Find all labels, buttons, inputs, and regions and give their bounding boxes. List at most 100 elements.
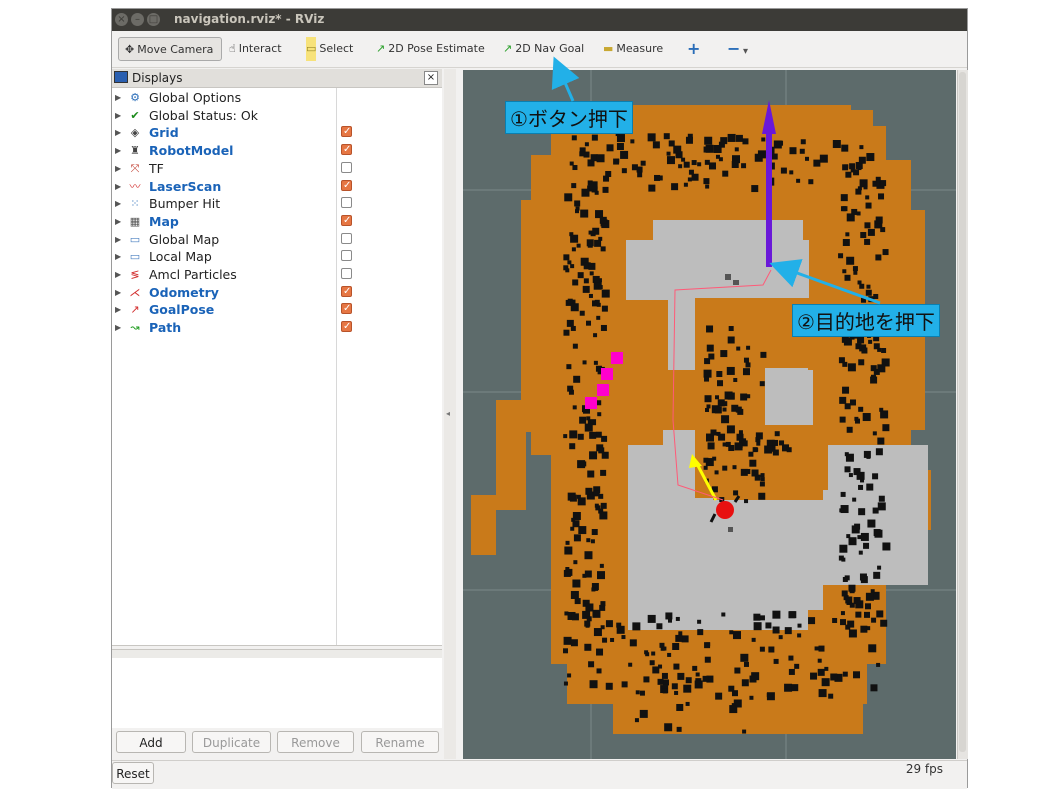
obstacle-cell <box>866 626 871 631</box>
enable-checkbox[interactable] <box>341 250 352 262</box>
close-icon[interactable]: × <box>424 71 438 85</box>
tool-2d-pose-estimate[interactable]: ↗ 2D Pose Estimate <box>376 37 485 61</box>
obstacle-cell <box>743 357 749 363</box>
obstacle-cell <box>630 139 635 144</box>
remove-display-button[interactable]: Remove <box>277 731 354 753</box>
obstacle-cell <box>621 168 627 174</box>
enable-checkbox[interactable] <box>341 141 352 158</box>
enable-checkbox[interactable] <box>341 197 352 209</box>
3d-view[interactable] <box>463 70 956 759</box>
tool-measure[interactable]: ▬ Measure <box>603 37 663 61</box>
enable-checkbox[interactable] <box>341 212 352 229</box>
display-row-global-status-ok[interactable]: ▶ ✔ Global Status: Ok <box>112 107 442 124</box>
obstacle-cell <box>726 366 735 375</box>
obstacle-cell <box>774 431 780 437</box>
obstacle-cell <box>590 539 595 544</box>
obstacle-cell <box>841 590 848 597</box>
tool-interact[interactable]: ☝ Interact <box>229 37 282 61</box>
duplicate-display-button[interactable]: Duplicate <box>192 731 271 753</box>
obstacle-cell <box>876 662 881 667</box>
display-row-path[interactable]: ▶ ↝ Path <box>112 318 442 336</box>
display-row-odometry[interactable]: ▶ ⋌ Odometry <box>112 283 442 301</box>
obstacle-cell <box>842 361 848 367</box>
obstacle-cell <box>728 685 735 692</box>
obstacle-cell <box>846 426 853 433</box>
add-display-button[interactable]: Add <box>116 731 186 753</box>
obstacle-cell <box>579 416 587 424</box>
obstacle-cell <box>577 272 584 279</box>
rename-display-button[interactable]: Rename <box>361 731 439 753</box>
maximize-window-icon[interactable]: □ <box>147 13 160 26</box>
obstacle-cell <box>577 433 584 440</box>
expand-arrow-icon[interactable]: ▶ <box>115 319 121 336</box>
obstacle-cell <box>848 537 857 546</box>
display-row-robotmodel[interactable]: ▶ ♜ RobotModel <box>112 141 442 159</box>
expand-arrow-icon[interactable]: ▶ <box>115 301 121 318</box>
occupancy-map[interactable] <box>463 70 956 759</box>
reset-button[interactable]: Reset <box>112 762 154 784</box>
expand-arrow-icon[interactable]: ▶ <box>115 124 121 141</box>
display-row-goalpose[interactable]: ▶ ↗ GoalPose <box>112 300 442 318</box>
remove-tool-icon[interactable]: − <box>727 37 740 61</box>
tool-move-camera[interactable]: ✥ Move Camera <box>118 37 222 61</box>
obstacle-cell <box>601 451 609 459</box>
obstacle-cell <box>569 232 574 237</box>
display-row-laserscan[interactable]: ▶ 〰 LaserScan <box>112 177 442 195</box>
enable-checkbox[interactable] <box>341 283 352 300</box>
enable-checkbox[interactable] <box>341 161 352 173</box>
enable-checkbox[interactable] <box>341 123 352 140</box>
add-tool-icon[interactable]: + <box>687 37 700 61</box>
expand-arrow-icon[interactable]: ▶ <box>115 213 121 230</box>
left-dock-handle[interactable]: ◂ <box>444 69 456 759</box>
obstacle-cell <box>652 141 660 149</box>
display-row-global-map[interactable]: ▶ ▭ Global Map <box>112 231 442 248</box>
obstacle-cell <box>594 503 599 508</box>
expand-arrow-icon[interactable]: ▶ <box>115 231 121 248</box>
obstacle-cell <box>708 162 716 170</box>
expand-arrow-icon[interactable]: ▶ <box>115 89 121 106</box>
enable-checkbox[interactable] <box>341 177 352 194</box>
expand-arrow-icon[interactable]: ▶ <box>115 178 121 195</box>
enable-checkbox[interactable] <box>341 318 352 335</box>
tool-select[interactable]: ▭ Select <box>306 37 353 61</box>
obstacle-cell <box>592 275 600 283</box>
enable-checkbox[interactable] <box>341 268 352 279</box>
close-window-icon[interactable]: × <box>115 13 128 26</box>
minimize-window-icon[interactable]: – <box>131 13 144 26</box>
obstacle-cell <box>753 613 761 621</box>
display-row-tf[interactable]: ▶ ⤧ TF <box>112 160 442 177</box>
display-row-amcl-particles[interactable]: ▶ ≶ Amcl Particles <box>112 266 442 283</box>
display-row-grid[interactable]: ▶ ◈ Grid <box>112 123 442 141</box>
obstacle-cell <box>772 610 781 619</box>
obstacle-cell <box>873 571 881 579</box>
display-row-global-options[interactable]: ▶ ⚙ Global Options <box>112 89 442 106</box>
enable-checkbox[interactable] <box>341 300 352 317</box>
obstacle-cell <box>735 134 743 142</box>
obstacle-cell <box>576 494 581 499</box>
display-row-local-map[interactable]: ▶ ▭ Local Map <box>112 248 442 265</box>
expand-arrow-icon[interactable]: ▶ <box>115 195 121 212</box>
enable-checkbox[interactable] <box>341 232 352 244</box>
expand-arrow-icon[interactable]: ▶ <box>115 142 121 159</box>
expand-arrow-icon[interactable]: ▶ <box>115 266 121 283</box>
display-row-map[interactable]: ▶ ▦ Map <box>112 212 442 230</box>
obstacle-cell <box>582 360 587 365</box>
expand-arrow-icon[interactable]: ▶ <box>115 248 121 265</box>
obstacle-cell <box>596 315 601 320</box>
scroll-thumb[interactable] <box>959 72 966 752</box>
obstacle-cell <box>685 677 692 684</box>
free-space <box>683 580 773 610</box>
obstacle-cell <box>592 609 601 618</box>
obstacle-cell <box>681 157 686 162</box>
obstacle-cell <box>744 499 749 504</box>
expand-arrow-icon[interactable]: ▶ <box>115 107 121 124</box>
map-icon: ▦ <box>129 214 141 228</box>
expand-arrow-icon[interactable]: ▶ <box>115 284 121 301</box>
display-label: Odometry <box>149 284 219 300</box>
expand-arrow-icon[interactable]: ▶ <box>115 160 121 177</box>
tool-2d-nav-goal[interactable]: ↗ 2D Nav Goal <box>503 37 584 61</box>
obstacle-cell <box>848 629 857 638</box>
chevron-down-icon[interactable]: ▾ <box>743 40 748 64</box>
display-row-bumper-hit[interactable]: ▶ ⁙ Bumper Hit <box>112 195 442 212</box>
right-dock-handle[interactable] <box>957 70 968 759</box>
